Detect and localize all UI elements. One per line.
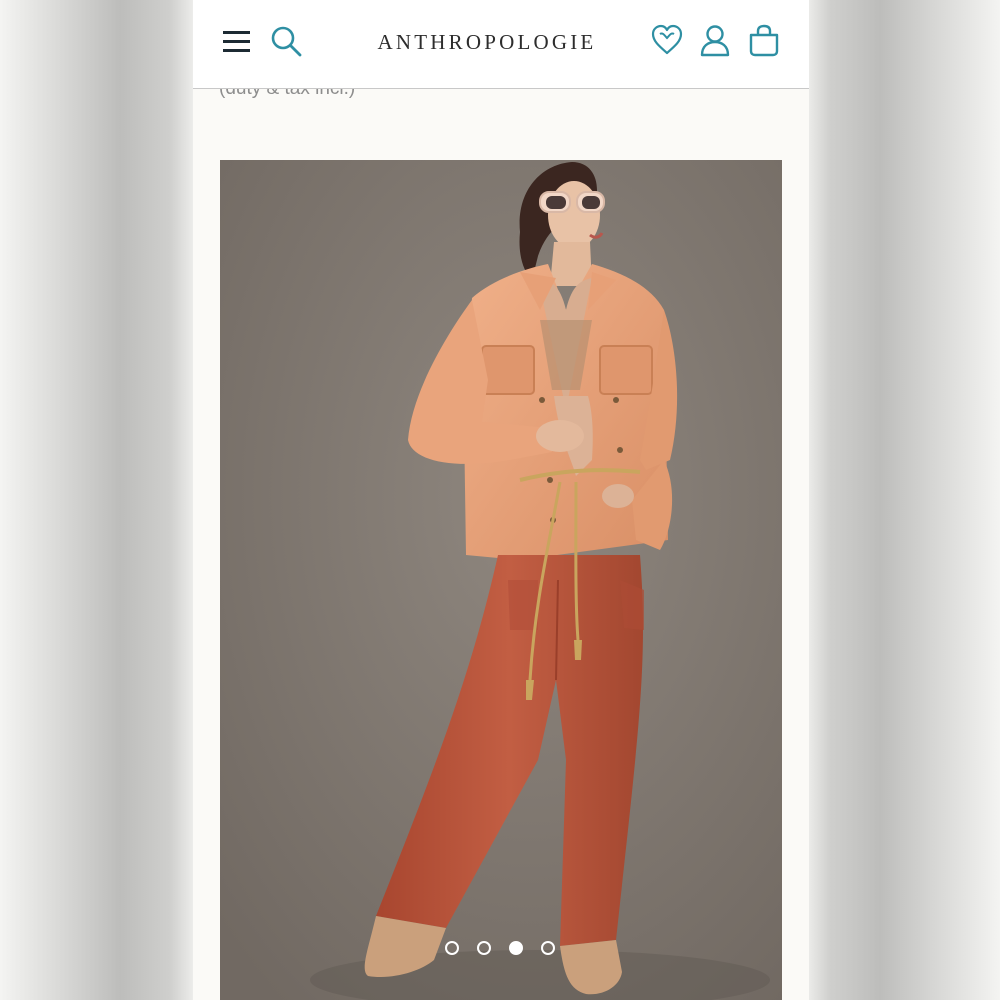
site-header: ANTHROPOLOGIE bbox=[193, 0, 809, 89]
account-icon[interactable] bbox=[699, 24, 731, 58]
carousel-dot-active[interactable] bbox=[509, 941, 523, 955]
product-image[interactable] bbox=[220, 160, 782, 1000]
search-icon[interactable] bbox=[269, 24, 303, 58]
shopping-bag-icon[interactable] bbox=[748, 24, 780, 58]
wishlist-heart-icon[interactable] bbox=[651, 24, 683, 56]
mobile-viewport: ANTHROPOLOGIE (duty & tax incl.) bbox=[193, 0, 809, 1000]
brand-logo[interactable]: ANTHROPOLOGIE bbox=[361, 28, 613, 56]
menu-icon[interactable] bbox=[221, 28, 253, 56]
carousel-dots bbox=[445, 940, 555, 960]
carousel-dot[interactable] bbox=[477, 941, 491, 955]
carousel-dot[interactable] bbox=[445, 941, 459, 955]
carousel-dot[interactable] bbox=[541, 941, 555, 955]
